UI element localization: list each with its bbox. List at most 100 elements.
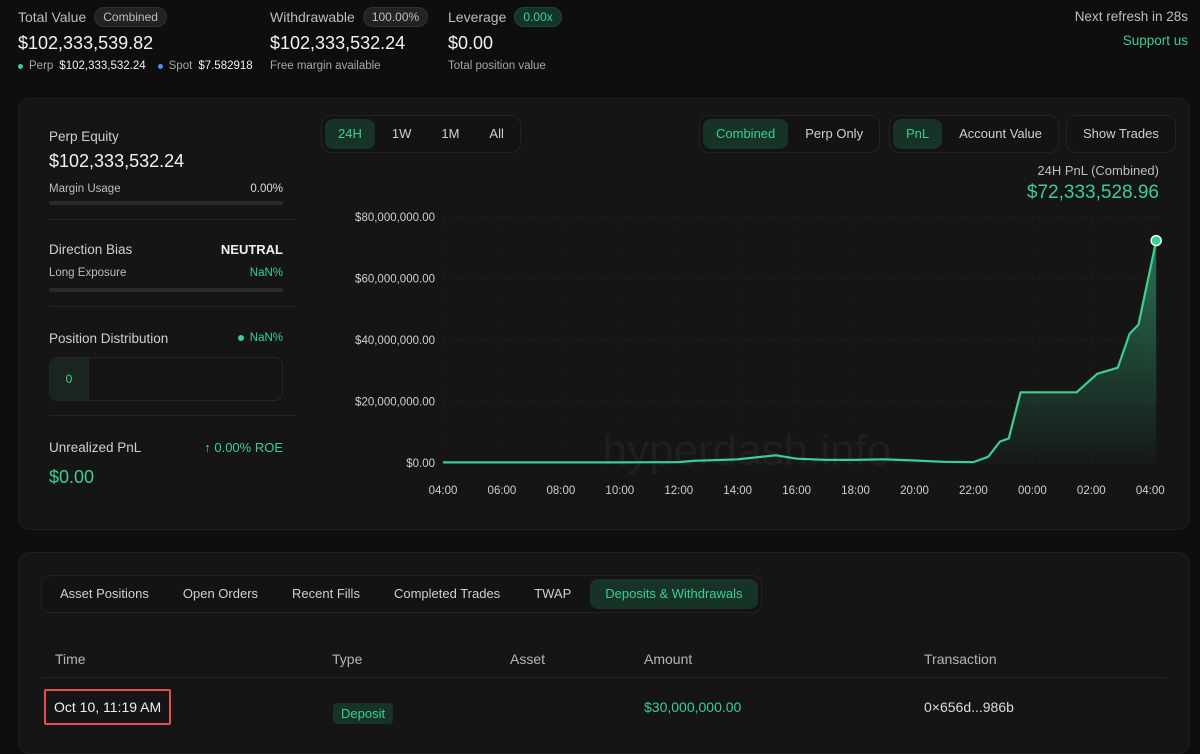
perp-dot-icon — [18, 63, 23, 69]
total-value-block: Total Value Combined $102,333,539.82 Per… — [18, 6, 253, 72]
tab-twap[interactable]: TWAP — [519, 579, 586, 609]
tab-asset-positions[interactable]: Asset Positions — [45, 579, 164, 609]
col-amount[interactable]: Amount — [644, 651, 692, 667]
col-type[interactable]: Type — [332, 651, 362, 667]
distribution-bar: 0 — [49, 357, 283, 401]
tab-recent-fills[interactable]: Recent Fills — [277, 579, 375, 609]
x-tick-label: 18:00 — [841, 485, 870, 497]
pnl-header-label: 24H PnL (Combined) — [1037, 163, 1159, 178]
margin-usage-bar — [49, 201, 283, 205]
history-tabs: Asset Positions Open Orders Recent Fills… — [41, 575, 762, 613]
x-tick-label: 14:00 — [723, 485, 752, 497]
mode-combined[interactable]: Combined — [703, 119, 789, 149]
x-tick-label: 06:00 — [488, 485, 517, 497]
row-transaction-link[interactable]: 0×656d...986b — [924, 699, 1014, 715]
overview-card: Perp Equity $102,333,532.24 Margin Usage… — [18, 98, 1190, 530]
position-distribution-label: Position Distribution — [49, 331, 169, 346]
spot-label: Spot — [168, 60, 193, 72]
metric-selector: PnL Account Value — [889, 115, 1060, 153]
long-exposure-label: Long Exposure — [49, 267, 127, 279]
distribution-dot-icon — [237, 335, 244, 341]
long-exposure-value: NaN% — [249, 267, 283, 279]
leverage-block: Leverage 0.00x $0.00 Total position valu… — [448, 6, 562, 72]
next-refresh: Next refresh in 28s — [1074, 9, 1188, 24]
row-amount: $30,000,000.00 — [644, 699, 742, 715]
support-us-link[interactable]: Support us — [1075, 33, 1188, 48]
x-tick-label: 16:00 — [782, 485, 811, 497]
total-value: $102,333,539.82 — [18, 33, 154, 53]
account-summary: Total Value Combined $102,333,539.82 Per… — [18, 6, 1188, 86]
leverage-badge: 0.00x — [514, 7, 562, 27]
position-distribution-value: NaN% — [249, 332, 283, 344]
x-tick-label: 12:00 — [664, 485, 693, 497]
metric-account-value[interactable]: Account Value — [946, 119, 1055, 149]
long-exposure-bar — [49, 288, 283, 292]
y-tick-label: $40,000,000.00 — [355, 335, 435, 347]
x-tick-label: 02:00 — [1077, 485, 1106, 497]
range-1w[interactable]: 1W — [379, 119, 425, 149]
header-divider — [41, 677, 1167, 678]
x-tick-label: 04:00 — [1136, 485, 1165, 497]
direction-bias-stat: Direction Bias NEUTRAL Long Exposure NaN… — [49, 220, 297, 307]
unrealized-pnl-value: $0.00 — [49, 467, 95, 487]
total-value-label: Total Value — [18, 9, 87, 25]
show-trades-wrap: Show Trades — [1066, 115, 1176, 153]
position-distribution-stat: Position Distribution NaN% 0 — [49, 307, 297, 416]
spot-value: $7.582918 — [198, 60, 253, 72]
x-tick-label: 20:00 — [900, 485, 929, 497]
withdrawable-label: Withdrawable — [270, 9, 355, 25]
margin-usage-value: 0.00% — [250, 183, 283, 195]
perp-value: $102,333,532.24 — [59, 60, 146, 72]
leverage-label: Leverage — [448, 9, 507, 25]
pnl-chart[interactable]: hyperdash.info $0.00 $20,000,000.00 $40,00… — [329, 205, 1169, 505]
pnl-last-point — [1150, 234, 1162, 247]
tab-deposits-withdrawals[interactable]: Deposits & Withdrawals — [590, 579, 758, 609]
table-row: Oct 10, 11:19 AM Deposit $30,000,000.00 … — [19, 689, 1189, 739]
leverage-sub: Total position value — [448, 60, 546, 72]
distribution-count: 0 — [50, 358, 89, 400]
direction-bias-value: NEUTRAL — [220, 242, 283, 257]
unrealized-pnl-label: Unrealized PnL — [49, 440, 142, 455]
pnl-header-value: $72,333,528.96 — [1026, 182, 1159, 203]
withdrawable-badge: 100.00% — [362, 7, 429, 27]
range-selector: 24H 1W 1M All — [321, 115, 521, 153]
range-all[interactable]: All — [476, 119, 516, 149]
x-tick-label: 08:00 — [546, 485, 575, 497]
mode-perp-only[interactable]: Perp Only — [792, 119, 876, 149]
perp-equity-stat: Perp Equity $102,333,532.24 Margin Usage… — [49, 99, 297, 220]
withdrawable-block: Withdrawable 100.00% $102,333,532.24 Fre… — [270, 6, 429, 72]
col-transaction[interactable]: Transaction — [924, 651, 997, 667]
spot-dot-icon — [157, 63, 163, 69]
tab-open-orders[interactable]: Open Orders — [168, 579, 273, 609]
tab-completed-trades[interactable]: Completed Trades — [379, 579, 515, 609]
col-asset[interactable]: Asset — [510, 651, 545, 667]
range-1m[interactable]: 1M — [428, 119, 472, 149]
mode-selector: Combined Perp Only — [699, 115, 881, 153]
unrealized-roe: ↑ 0.00% ROE — [204, 440, 283, 455]
y-tick-label: $0.00 — [406, 458, 435, 470]
direction-bias-label: Direction Bias — [49, 242, 133, 257]
row-type-badge: Deposit — [333, 703, 394, 724]
perp-label: Perp — [29, 60, 54, 72]
x-tick-label: 10:00 — [605, 485, 634, 497]
x-tick-label: 22:00 — [959, 485, 988, 497]
history-card: Asset Positions Open Orders Recent Fills… — [18, 552, 1190, 754]
y-tick-label: $20,000,000.00 — [355, 397, 435, 409]
col-time[interactable]: Time — [55, 651, 86, 667]
margin-usage-label: Margin Usage — [49, 183, 121, 195]
withdrawable-value: $102,333,532.24 — [270, 33, 406, 53]
unrealized-pnl-stat: Unrealized PnL ↑ 0.00% ROE $0.00 — [49, 416, 297, 526]
y-tick-label: $80,000,000.00 — [355, 212, 435, 224]
leverage-value: $0.00 — [448, 33, 494, 53]
perp-equity-label: Perp Equity — [49, 129, 119, 144]
y-tick-label: $60,000,000.00 — [355, 274, 435, 286]
perp-equity-value: $102,333,532.24 — [49, 151, 185, 171]
range-24h[interactable]: 24H — [325, 119, 375, 149]
combined-badge: Combined — [94, 7, 167, 27]
show-trades-button[interactable]: Show Trades — [1070, 119, 1172, 149]
stats-panel: Perp Equity $102,333,532.24 Margin Usage… — [49, 99, 297, 526]
x-tick-label: 00:00 — [1018, 485, 1047, 497]
chart-watermark: hyperdash.info — [603, 426, 892, 475]
withdrawable-sub: Free margin available — [270, 60, 381, 72]
metric-pnl[interactable]: PnL — [893, 119, 943, 149]
